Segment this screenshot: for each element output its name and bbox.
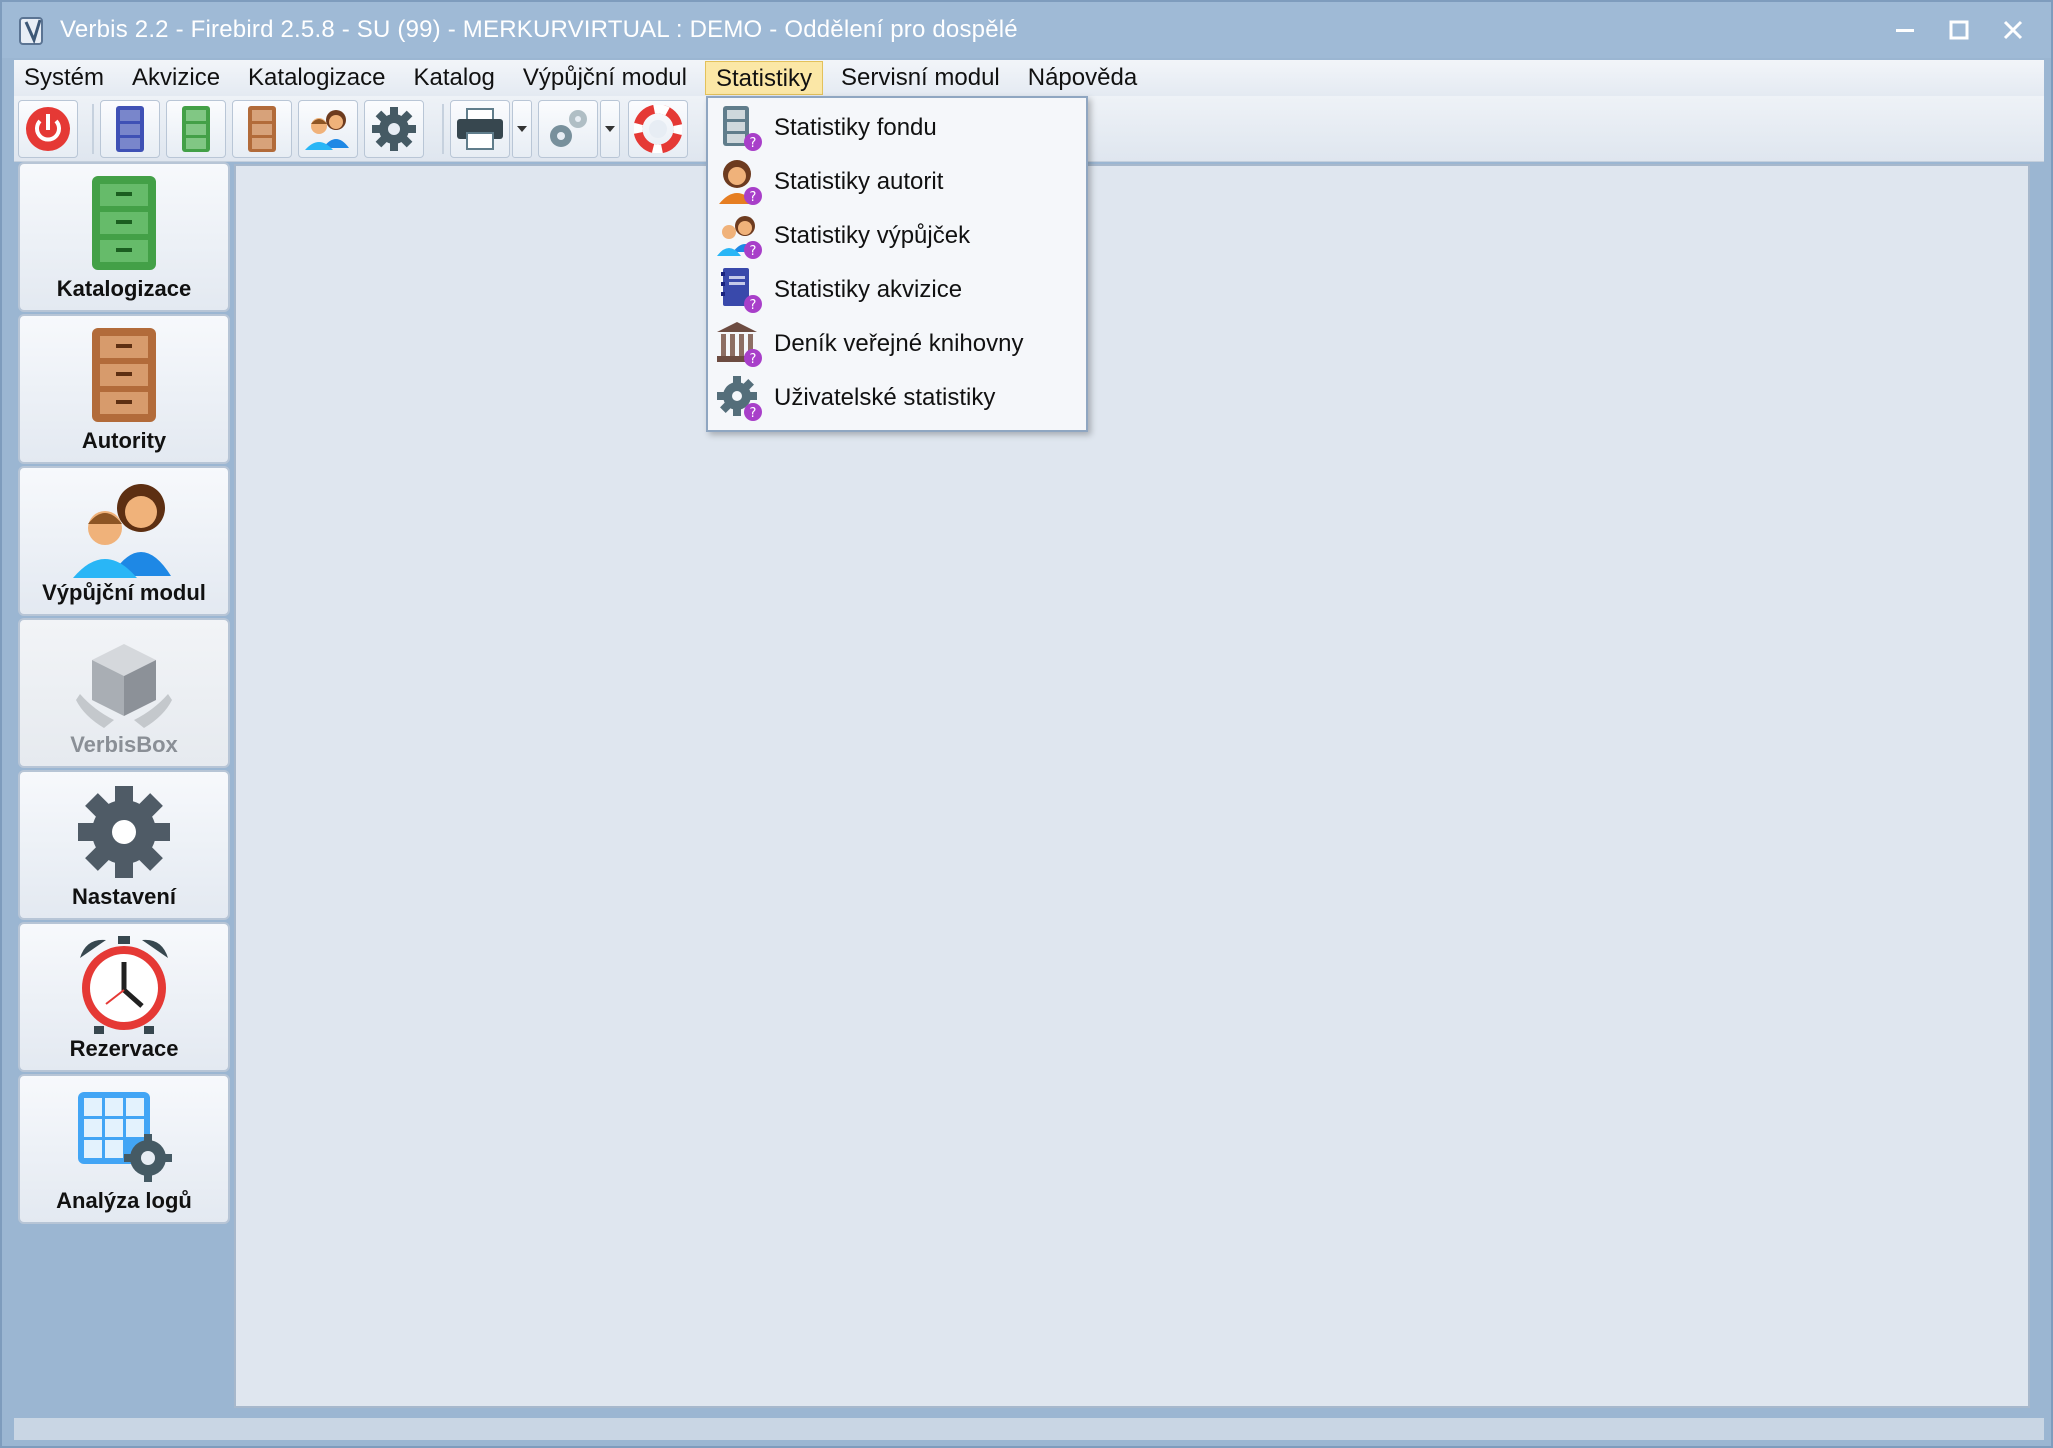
gears-icon [550,110,587,147]
library-question-icon: ? [717,322,762,367]
menu-katalog[interactable]: Katalog [403,61,504,95]
gear-question-icon: ? [717,376,762,421]
toolbar-gears-button[interactable] [538,100,598,158]
window-title: Verbis 2.2 - Firebird 2.5.8 - SU (99) - … [60,16,1018,43]
toolbar-power-button[interactable] [18,100,78,158]
printer-icon [457,108,503,150]
brown-cabinet-icon [92,328,156,422]
power-icon [26,107,70,151]
toolbar-print-dropdown[interactable] [512,100,532,158]
sidebar-item-label: VerbisBox [70,732,178,757]
svg-text:?: ? [750,298,757,313]
app-window: Verbis 2.2 - Firebird 2.5.8 - SU (99) - … [0,0,2053,1448]
svg-text:?: ? [750,136,757,151]
sidebar-item-label: Nastavení [72,884,176,909]
sidebar-item-label: Autority [81,428,167,453]
menu-item-statistiky-autorit[interactable]: ? Statistiky autorit [712,156,1084,208]
users-question-icon: ? [717,216,762,259]
menu-item-label: Statistiky výpůjček [774,222,971,249]
menu-system[interactable]: Systém [14,61,114,95]
svg-text:?: ? [750,406,757,421]
sidebar-item-vypujcni-modul[interactable]: Výpůjční modul [18,466,230,616]
app-logo-icon [19,17,43,45]
blue-cabinet-icon [116,106,144,152]
alarm-clock-icon [80,936,168,1034]
notebook-question-icon: ? [721,268,762,313]
menu-item-label: Statistiky fondu [774,114,937,141]
lifebuoy-icon [634,105,682,153]
window-controls [1885,10,2033,50]
sidebar-item-katalogizace[interactable]: Katalogizace [18,162,230,312]
title-bar: Verbis 2.2 - Firebird 2.5.8 - SU (99) - … [2,2,2051,58]
person-question-icon: ? [719,160,762,205]
menu-item-statistiky-akvizice[interactable]: ? Statistiky akvizice [712,264,1084,316]
workspace-area [234,164,2030,1408]
toolbar-vypujcni-button[interactable] [298,100,358,158]
gear-icon [78,786,170,878]
menu-item-label: Statistiky autorit [774,168,944,195]
toolbar-print-button[interactable] [450,100,510,158]
menu-bar: Systém Akvizice Katalogizace Katalog Výp… [14,60,2044,96]
minimize-icon [1896,29,1914,32]
menu-akvizice[interactable]: Akvizice [122,61,230,95]
minimize-button[interactable] [1885,10,1925,50]
menu-napoveda[interactable]: Nápověda [1018,61,1147,95]
sidebar-item-rezervace[interactable]: Rezervace [18,922,230,1072]
menu-item-label: Uživatelské statistiky [774,384,996,411]
menu-vypujcni-modul[interactable]: Výpůjční modul [513,61,697,95]
gear-icon [372,107,416,151]
users-icon [305,110,349,150]
sidebar-item-analyza-logu[interactable]: Analýza logů [18,1074,230,1224]
close-icon [2003,20,2023,40]
toolbar-gears-dropdown[interactable] [600,100,620,158]
green-cabinet-icon [182,106,210,152]
status-bar [14,1418,2044,1440]
menu-item-label: Statistiky akvizice [774,276,963,303]
menu-item-denik-verejne-knihovny[interactable]: ? Deník veřejné knihovny [712,318,1084,370]
sidebar-item-verbisbox[interactable]: VerbisBox [18,618,230,768]
maximize-icon [1949,20,1969,40]
menu-servisni-modul[interactable]: Servisní modul [831,61,1010,95]
chevron-down-icon [517,126,527,132]
svg-text:?: ? [750,244,757,259]
cabinet-question-icon: ? [723,106,762,151]
brown-cabinet-icon [248,106,276,152]
menu-item-label: Deník veřejné knihovny [774,330,1024,357]
sidebar-item-label: Rezervace [69,1036,179,1061]
toolbar-help-button[interactable] [628,100,688,158]
menu-item-statistiky-fondu[interactable]: ? Statistiky fondu [712,102,1084,154]
toolbar-akvizice-button[interactable] [100,100,160,158]
close-button[interactable] [1993,10,2033,50]
maximize-button[interactable] [1939,10,1979,50]
statistiky-dropdown-menu: ? Statistiky fondu ? Statistiky autorit [706,96,1088,432]
toolbar-katalogizace-button[interactable] [166,100,226,158]
toolbar-autority-button[interactable] [232,100,292,158]
sidebar-item-label: Analýza logů [56,1188,192,1213]
sidebar-item-label: Výpůjční modul [42,580,206,605]
box-icon [76,644,172,728]
toolbar-nastaveni-button[interactable] [364,100,424,158]
users-icon [73,484,171,578]
sidebar-item-label: Katalogizace [56,276,192,301]
menu-katalogizace[interactable]: Katalogizace [238,61,395,95]
sidebar-item-nastaveni[interactable]: Nastavení [18,770,230,920]
menu-item-statistiky-vypujcek[interactable]: ? Statistiky výpůjček [712,210,1084,262]
svg-text:?: ? [750,352,757,367]
grid-gear-icon [78,1092,172,1182]
chevron-down-icon [605,126,615,132]
green-cabinet-icon [92,176,156,270]
menu-statistiky[interactable]: Statistiky [704,61,824,95]
sidebar-item-autority[interactable]: Autority [18,314,230,464]
svg-text:?: ? [750,190,757,205]
menu-item-uzivatelske-statistiky[interactable]: ? Uživatelské statistiky [712,372,1084,424]
